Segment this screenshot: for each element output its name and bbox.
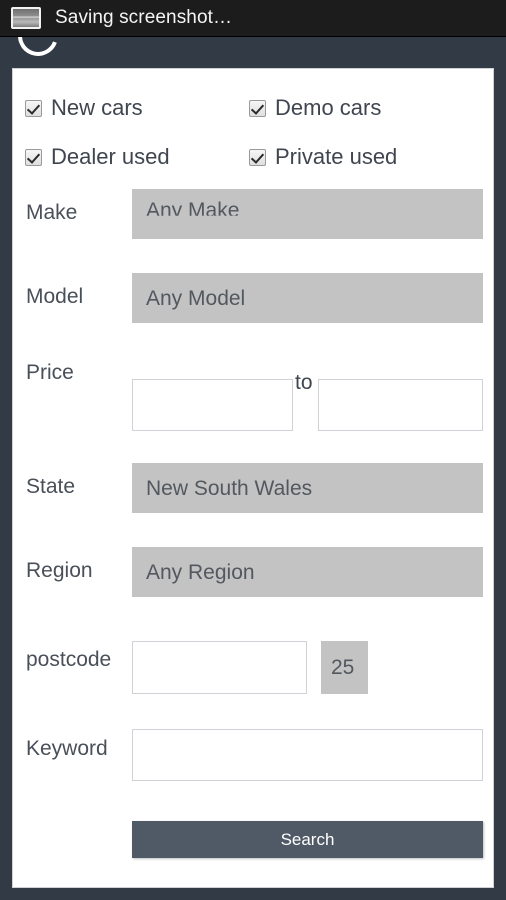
select-model-value: Any Model [146, 287, 246, 310]
select-region-value: Any Region [146, 561, 255, 584]
checkbox-label-new-cars: New cars [51, 95, 143, 120]
select-region[interactable]: Any Region [132, 547, 483, 597]
search-button[interactable]: Search [132, 821, 483, 858]
field-row-price: Price to [13, 357, 493, 431]
notification-text: Saving screenshot… [55, 7, 233, 28]
checkbox-row-2: Dealer used Private used [13, 140, 493, 174]
postcode-input[interactable] [132, 641, 307, 694]
checkbox-dealer-used[interactable]: Dealer used [25, 140, 170, 174]
label-postcode: postcode [26, 648, 112, 671]
car-search-form-card: New cars Demo cars Dealer used Private u… [12, 68, 494, 888]
checkbox-checked-icon[interactable] [25, 148, 42, 166]
checkbox-checked-icon[interactable] [249, 99, 266, 117]
field-row-region: Region Any Region [13, 547, 493, 607]
checkbox-row-1: New cars Demo cars [13, 91, 493, 125]
select-make[interactable]: Any Make [132, 189, 483, 239]
checkbox-private-used[interactable]: Private used [249, 140, 397, 174]
label-model: Model [26, 285, 84, 308]
field-row-make: Make Any Make [13, 189, 493, 249]
select-state-value: New South Wales [146, 477, 313, 500]
status-notification-bar[interactable]: Saving screenshot… [0, 0, 506, 37]
select-state[interactable]: New South Wales [132, 463, 483, 513]
price-separator-label: to [295, 371, 313, 394]
price-min-input[interactable] [132, 379, 293, 431]
checkbox-demo-cars[interactable]: Demo cars [249, 91, 381, 125]
keyword-input[interactable] [132, 729, 483, 781]
checkbox-label-demo-cars: Demo cars [275, 95, 382, 120]
select-make-value: Any Make [146, 199, 240, 222]
label-state: State [26, 475, 76, 498]
label-make: Make [26, 201, 78, 224]
field-row-keyword: Keyword [13, 724, 493, 794]
checkbox-label-dealer-used: Dealer used [51, 144, 170, 169]
checkbox-label-private-used: Private used [275, 144, 398, 169]
label-price: Price [26, 361, 74, 384]
select-search-radius[interactable]: 25 [321, 641, 368, 694]
select-search-radius-value: 25 [331, 655, 355, 679]
checkbox-new-cars[interactable]: New cars [25, 91, 143, 125]
select-model[interactable]: Any Model [132, 273, 483, 323]
field-row-state: State New South Wales [13, 463, 493, 523]
label-region: Region [26, 559, 93, 582]
price-max-input[interactable] [318, 379, 483, 431]
field-row-postcode: postcode 25 [13, 636, 493, 696]
label-keyword: Keyword [26, 737, 108, 760]
checkbox-checked-icon[interactable] [249, 148, 266, 166]
screenshot-image-icon [11, 7, 41, 29]
checkbox-checked-icon[interactable] [25, 99, 42, 117]
field-row-model: Model Any Model [13, 273, 493, 333]
